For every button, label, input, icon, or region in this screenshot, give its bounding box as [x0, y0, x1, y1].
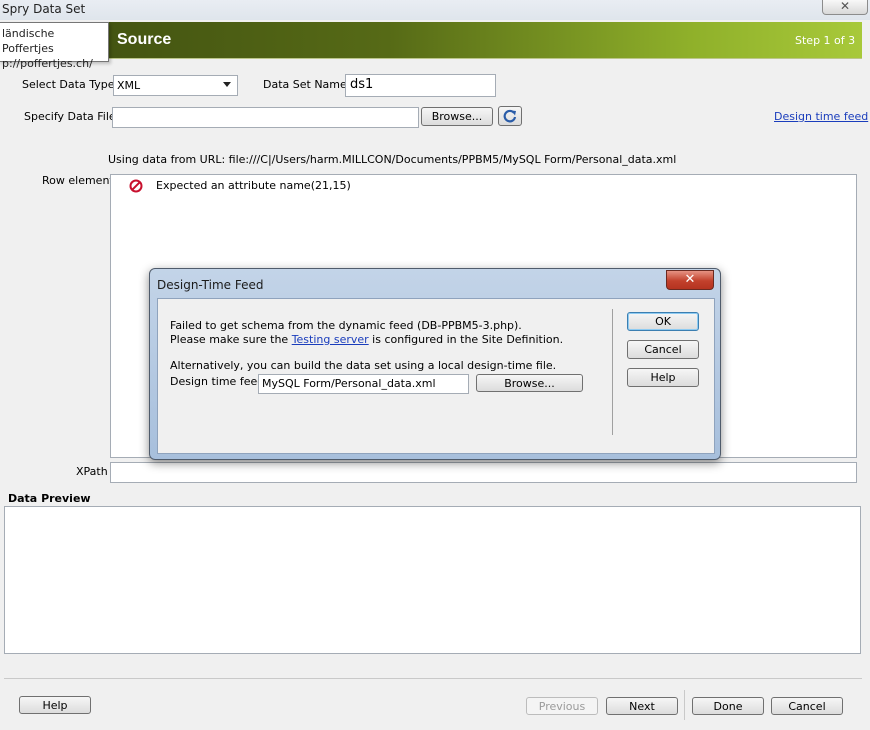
close-icon: ✕ [839, 0, 851, 13]
xpath-input[interactable] [110, 462, 857, 483]
row-element-label: Row element [42, 174, 114, 187]
dialog-message-3: Alternatively, you can build the data se… [170, 359, 557, 372]
dialog-browse-button[interactable]: Browse... [476, 374, 583, 392]
data-type-value: XML [117, 79, 141, 92]
cancel-button[interactable]: Cancel [771, 697, 843, 715]
previous-button[interactable]: Previous [526, 697, 598, 715]
ok-button[interactable]: OK [627, 312, 699, 331]
tooltip: ländische Poffertjes p://poffertjes.ch/ [0, 22, 109, 70]
dialog-close-button[interactable]: ✕ [666, 270, 714, 290]
dialog-separator [612, 309, 613, 435]
feed-input[interactable]: MySQL Form/Personal_data.xml [258, 374, 469, 394]
dialog-body: Failed to get schema from the dynamic fe… [157, 298, 715, 454]
data-type-label: Select Data Type [22, 78, 115, 91]
row-error-text: Expected an attribute name(21,15) [156, 179, 351, 192]
browse-button[interactable]: Browse... [421, 107, 493, 126]
footer-separator [4, 678, 862, 679]
step-indicator: Step 1 of 3 [795, 34, 856, 47]
footer-button-divider [684, 690, 685, 720]
dialog-message-2: Please make sure the Testing server is c… [170, 333, 563, 346]
help-button[interactable]: Help [19, 696, 91, 714]
feed-label: Design time feed: [170, 375, 268, 388]
data-file-input[interactable] [112, 107, 419, 128]
testing-server-link[interactable]: Testing server [292, 333, 369, 346]
window-close-button[interactable]: ✕ [822, 0, 868, 15]
dataset-name-label: Data Set Name [263, 78, 347, 91]
no-entry-icon [129, 179, 143, 193]
chevron-down-icon [223, 82, 231, 87]
dialog-help-button[interactable]: Help [627, 368, 699, 387]
dialog-message-2-post: is configured in the Site Definition. [368, 333, 564, 346]
window-title: Spry Data Set [2, 2, 86, 16]
banner-title: Source [117, 31, 172, 48]
wizard-banner: Source Step 1 of 3 [0, 22, 862, 59]
window-titlebar: Spry Data Set ✕ [0, 0, 870, 20]
dialog-cancel-button[interactable]: Cancel [627, 340, 699, 359]
dialog-message-2-pre: Please make sure the [170, 333, 292, 346]
dialog-message-1: Failed to get schema from the dynamic fe… [170, 319, 522, 332]
tooltip-line-2: p://poffertjes.ch/ [2, 57, 93, 70]
data-preview-panel [4, 506, 861, 654]
dataset-name-value: ds1 [350, 77, 374, 92]
dialog-title: Design-Time Feed [157, 278, 264, 292]
refresh-button[interactable] [498, 106, 522, 126]
design-time-feed-link[interactable]: Design time feed [774, 110, 868, 123]
xpath-label: XPath [76, 465, 108, 478]
next-button[interactable]: Next [606, 697, 678, 715]
tooltip-line-1: ländische Poffertjes [2, 27, 55, 55]
data-preview-label: Data Preview [8, 492, 91, 505]
data-type-select[interactable]: XML [113, 75, 238, 96]
refresh-icon [503, 109, 517, 123]
design-time-feed-dialog: Design-Time Feed ✕ Failed to get schema … [149, 268, 721, 460]
close-icon: ✕ [684, 272, 696, 287]
using-data-url-text: Using data from URL: file:///C|/Users/ha… [108, 153, 677, 166]
dataset-name-input[interactable]: ds1 [345, 74, 496, 97]
data-file-label: Specify Data File [24, 110, 116, 123]
feed-value: MySQL Form/Personal_data.xml [262, 377, 436, 390]
done-button[interactable]: Done [692, 697, 764, 715]
